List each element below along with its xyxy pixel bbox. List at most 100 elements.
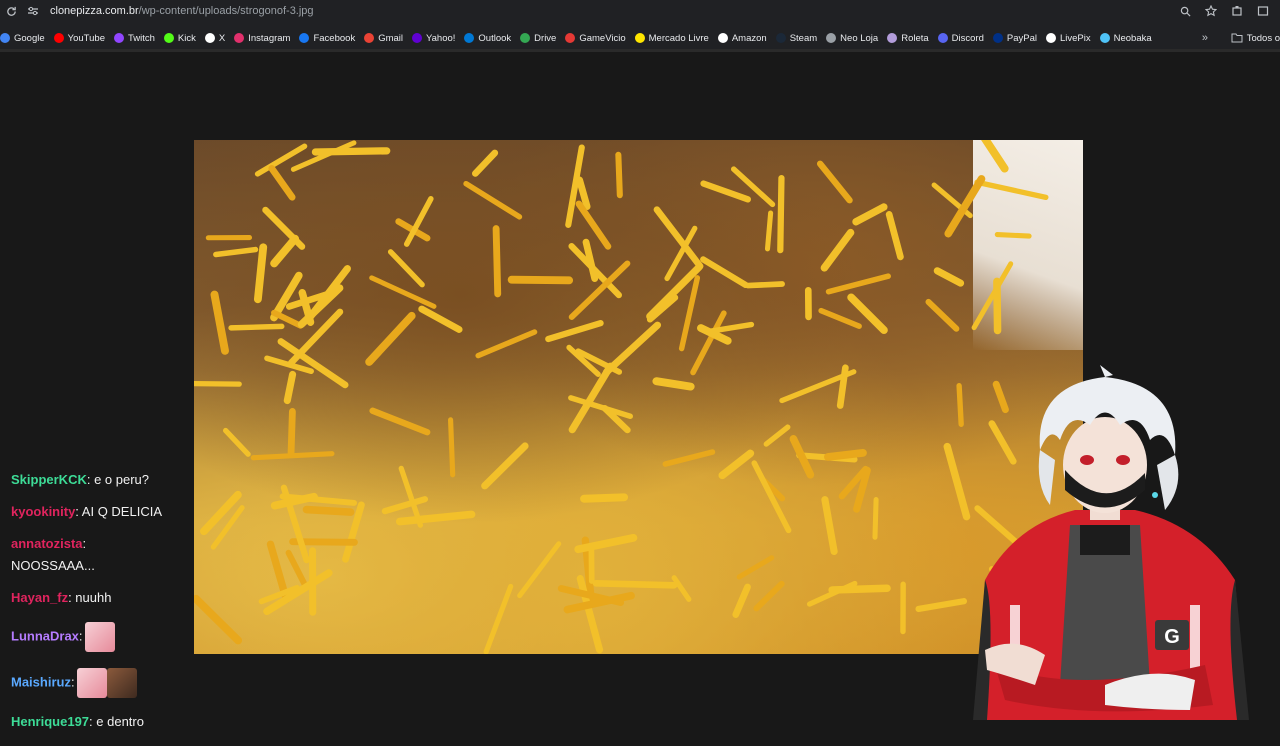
potato-stick (307, 510, 351, 513)
bookmark-kick[interactable]: Kick (164, 33, 196, 44)
bookmark-paypal[interactable]: PayPal (993, 33, 1037, 44)
site-settings-icon[interactable] (22, 0, 44, 22)
potato-stick (756, 584, 781, 609)
bookmark-label: Facebook (313, 33, 355, 44)
favicon-icon (826, 33, 836, 43)
bookmark-neobaka[interactable]: Neobaka (1100, 33, 1152, 44)
window-icon[interactable] (1252, 0, 1274, 22)
favicon-icon (299, 33, 309, 43)
bookmark-neo-loja[interactable]: Neo Loja (826, 33, 878, 44)
bookmark-facebook[interactable]: Facebook (299, 33, 355, 44)
potato-stick (485, 446, 525, 486)
chat-username[interactable]: Hayan_fz (11, 590, 68, 605)
potato-stick (977, 182, 1046, 197)
bookmark-label: Outlook (478, 33, 511, 44)
chat-username[interactable]: LunnaDrax (11, 628, 79, 643)
bookmark-label: PayPal (1007, 33, 1037, 44)
favicon-icon (993, 33, 1003, 43)
favicon-icon (718, 33, 728, 43)
potato-stick (291, 312, 340, 363)
svg-text:G: G (1164, 626, 1180, 648)
bookmark-gmail[interactable]: Gmail (364, 33, 403, 44)
potato-stick (586, 242, 595, 278)
bookmark-amazon[interactable]: Amazon (718, 33, 767, 44)
potato-stick (496, 229, 498, 294)
potato-sticks-layer (194, 140, 1083, 654)
folder-label: Todos o (1247, 33, 1280, 44)
bookmark-label: X (219, 33, 225, 44)
bookmark-steam[interactable]: Steam (776, 33, 817, 44)
potato-stick (512, 280, 570, 281)
bookmark-mercado-livre[interactable]: Mercado Livre (635, 33, 709, 44)
bookmark-label: Neobaka (1114, 33, 1152, 44)
bookmark-instagram[interactable]: Instagram (234, 33, 290, 44)
bookmark-label: Mercado Livre (649, 33, 709, 44)
reload-icon[interactable] (0, 0, 22, 22)
bookmark-label: LivePix (1060, 33, 1091, 44)
potato-stick (466, 184, 519, 217)
url-field[interactable]: clonepizza.com.br/wp-content/uploads/str… (50, 5, 314, 17)
bookmark-outlook[interactable]: Outlook (464, 33, 511, 44)
bookmark-label: Google (14, 33, 45, 44)
potato-stick (204, 495, 238, 531)
bookmark-yahoo[interactable]: Yahoo! (412, 33, 455, 44)
potato-stick (478, 332, 534, 356)
potato-stick (373, 411, 428, 432)
potato-stick (475, 153, 494, 174)
zoom-icon[interactable] (1174, 0, 1196, 22)
favicon-icon (54, 33, 64, 43)
potato-stick (736, 587, 748, 615)
potato-stick (618, 155, 619, 195)
chat-username[interactable]: Henrique197 (11, 714, 89, 729)
potato-stick (253, 454, 332, 458)
potato-stick (391, 252, 422, 285)
extensions-icon[interactable] (1226, 0, 1248, 22)
bookmark-x[interactable]: X (205, 33, 225, 44)
bookmark-drive[interactable]: Drive (520, 33, 556, 44)
address-bar: clonepizza.com.br/wp-content/uploads/str… (0, 0, 1280, 22)
potato-stick (272, 168, 292, 197)
bookmark-livepix[interactable]: LivePix (1046, 33, 1091, 44)
potato-stick (674, 578, 689, 600)
bookmark-label: Steam (790, 33, 817, 44)
favicon-icon (205, 33, 215, 43)
favicon-icon (464, 33, 474, 43)
chat-username[interactable]: SkipperKCK (11, 472, 87, 487)
bookmarks-overflow-icon[interactable]: » (1202, 32, 1208, 44)
favicon-icon (412, 33, 422, 43)
bookmark-roleta[interactable]: Roleta (887, 33, 928, 44)
potato-stick (194, 384, 239, 385)
chat-message: LunnaDrax: (11, 622, 201, 652)
potato-stick (656, 381, 690, 386)
bookmarks-divider (0, 49, 1280, 52)
bookmark-label: Kick (178, 33, 196, 44)
chat-username[interactable]: Maishiruz (11, 674, 71, 689)
potato-stick (821, 311, 859, 327)
bookmark-discord[interactable]: Discord (938, 33, 984, 44)
potato-stick (274, 239, 295, 264)
bookmark-gamevicio[interactable]: GameVicio (565, 33, 625, 44)
chat-username[interactable]: kyookinity (11, 504, 75, 519)
potato-stick (401, 468, 420, 525)
favicon-icon (114, 33, 124, 43)
potato-stick (214, 295, 225, 351)
bookmark-youtube[interactable]: YouTube (54, 33, 105, 44)
bookmark-google[interactable]: Google (0, 33, 45, 44)
chat-emote-icon (107, 668, 137, 698)
bookmark-twitch[interactable]: Twitch (114, 33, 155, 44)
bookmark-label: Drive (534, 33, 556, 44)
bookmark-star-icon[interactable] (1200, 0, 1222, 22)
potato-stick (825, 500, 834, 552)
chat-message: annatozista:NOOSSAAA... (11, 536, 201, 574)
potato-stick (974, 264, 1011, 328)
potato-stick (856, 207, 884, 222)
chat-username[interactable]: annatozista (11, 536, 83, 551)
all-bookmarks-folder[interactable]: Todos o (1231, 33, 1280, 44)
favicon-icon (635, 33, 645, 43)
chat-text-continued: NOOSSAAA... (11, 558, 201, 574)
chat-message: SkipperKCK: e o peru? (11, 472, 201, 488)
chat-text: : (79, 628, 83, 643)
bookmark-label: Yahoo! (426, 33, 455, 44)
potato-stick (258, 247, 263, 299)
potato-stick (607, 325, 658, 372)
